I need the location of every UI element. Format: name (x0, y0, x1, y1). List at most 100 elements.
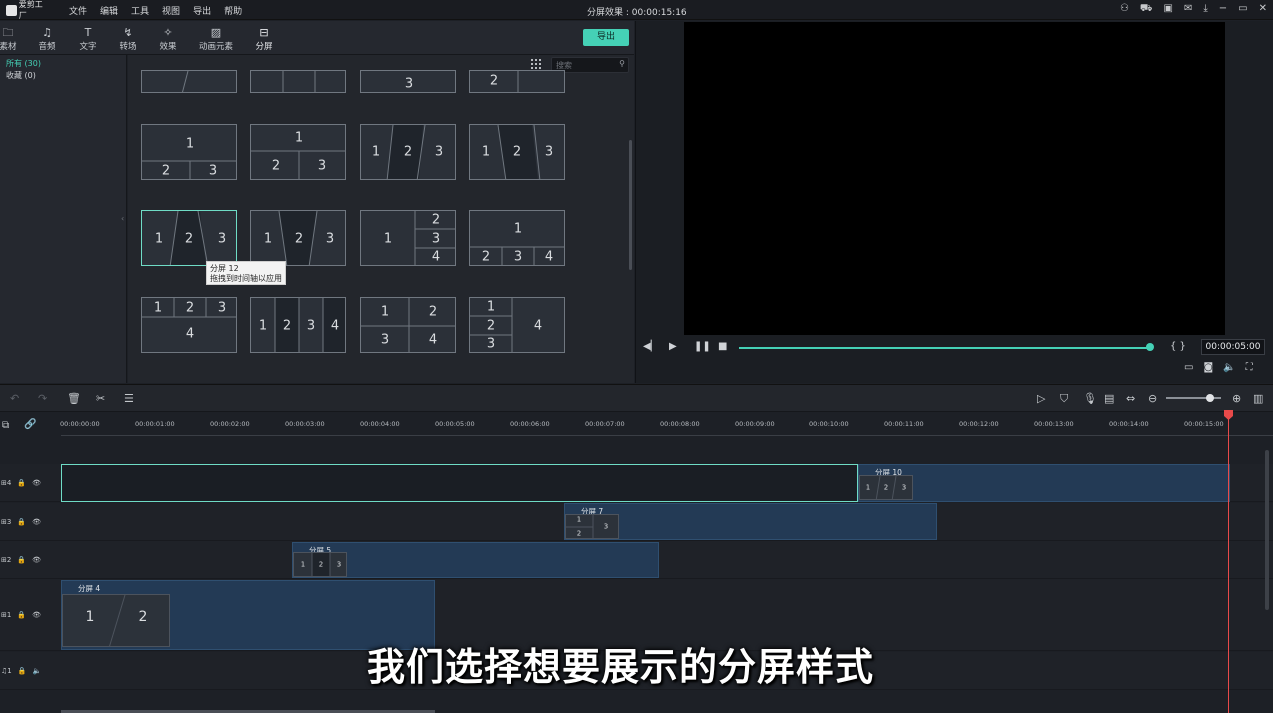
save-icon[interactable]: ▣ (1164, 3, 1173, 16)
menu-edit[interactable]: 编辑 (100, 4, 118, 17)
lock-icon[interactable]: 🔒 (17, 518, 26, 526)
selected-clip[interactable] (61, 464, 858, 502)
split-tile[interactable]: 1 2 3 4 (141, 297, 237, 353)
zoom-out-icon[interactable]: ⊖ (1148, 392, 1157, 405)
split-tile[interactable]: 1 2 3 (141, 124, 237, 180)
tab-effects[interactable]: ✧ 效果 (152, 27, 184, 53)
split-tile[interactable]: 1 2 3 (250, 124, 346, 180)
split-tile-partial[interactable] (250, 70, 346, 93)
tile-number: 3 (325, 231, 335, 247)
split-tile-partial[interactable]: 2 (469, 70, 565, 93)
stop-icon[interactable]: ■ (718, 341, 727, 352)
speaker-icon[interactable]: 🔈 (32, 667, 41, 675)
preview-screen (684, 22, 1225, 335)
split-tile[interactable]: 1 2 3 4 (360, 297, 456, 353)
preview-timecode: 00:00:05:00 (1201, 339, 1265, 355)
split-tile-partial[interactable] (141, 70, 237, 93)
maximize-icon[interactable]: ▭ (1238, 3, 1247, 16)
search-input[interactable] (556, 59, 618, 71)
mark-in-out-icon[interactable]: { } (1170, 341, 1186, 352)
minimize-icon[interactable]: − (1219, 3, 1227, 16)
link-icon[interactable]: 🔗 (24, 419, 36, 430)
timeline-vertical-scrollbar[interactable] (1265, 450, 1269, 610)
preview-tools: ▭ ◙ 🔈 ⛶ (1184, 362, 1253, 373)
tab-transition[interactable]: ↯ 转场 (112, 27, 144, 53)
timeline-clip[interactable]: 分屏 10 1 2 3 (858, 464, 1230, 502)
delete-icon[interactable]: 🗑 (67, 392, 81, 405)
zoom-slider-knob[interactable] (1206, 394, 1214, 402)
window-title: 分屏效果 : 00:00:15:16 (587, 8, 687, 18)
menu-export[interactable]: 导出 (193, 4, 211, 17)
menu-help[interactable]: 帮助 (224, 4, 242, 17)
add-track-icon[interactable]: ⧉ (2, 420, 9, 431)
timeline-ruler[interactable]: ⧉ 🔗 00:00:00:00 00:00:01:00 00:00:02:00 … (0, 413, 1273, 437)
category-favorites[interactable]: 收藏 (0) (6, 70, 36, 81)
undo-icon[interactable]: ↶ (10, 392, 19, 405)
grid-view-icon[interactable] (531, 59, 541, 69)
cut-icon[interactable]: ✂ (96, 392, 105, 405)
split-tile[interactable]: 1 2 3 4 (469, 210, 565, 266)
tab-split-screen[interactable]: ⊟ 分屏 (248, 27, 280, 59)
category-all[interactable]: 所有 (30) (6, 58, 41, 69)
visibility-icon[interactable]: 👁 (32, 518, 41, 526)
tab-text[interactable]: T 文字 (72, 27, 104, 53)
render-preview-icon[interactable]: ▷ (1037, 392, 1045, 405)
marker-icon[interactable]: ⛉ (1060, 392, 1068, 406)
close-icon[interactable]: ✕ (1259, 3, 1267, 16)
menu-tools[interactable]: 工具 (131, 4, 149, 17)
playhead[interactable] (1228, 412, 1229, 713)
tile-number: 4 (544, 249, 554, 265)
visibility-icon[interactable]: 👁 (32, 611, 41, 619)
tab-media[interactable]: 🗀 素材 (0, 27, 24, 53)
visibility-icon[interactable]: 👁 (32, 556, 41, 564)
lock-icon[interactable]: 🔒 (18, 667, 27, 675)
play-icon[interactable]: ▶ (669, 341, 677, 352)
volume-icon[interactable]: 🔈 (1223, 362, 1235, 373)
menu-file[interactable]: 文件 (69, 4, 87, 17)
split-tile[interactable]: 1 2 3 (250, 210, 346, 266)
split-tile[interactable]: 1 2 3 (469, 124, 565, 180)
timeline-clip[interactable]: 分屏 5 1 2 3 (292, 542, 659, 578)
display-settings-icon[interactable]: ▭ (1184, 362, 1193, 373)
previous-frame-icon[interactable]: ◀▏ (643, 341, 658, 352)
preview-progress-knob[interactable] (1146, 343, 1154, 351)
cart-icon[interactable]: ⛟ (1140, 3, 1153, 16)
lock-icon[interactable]: 🔒 (17, 611, 26, 619)
split-audio-icon[interactable]: ⇔ (1126, 392, 1135, 405)
category-panel: 所有 (30) 收藏 (0) (0, 55, 127, 383)
track-number: 1 (7, 666, 12, 675)
user-icon[interactable]: ⚇ (1120, 3, 1129, 16)
lock-icon[interactable]: 🔒 (17, 556, 26, 564)
search-icon[interactable]: ⚲ (619, 59, 625, 68)
adjust-icon[interactable]: ☰ (124, 392, 134, 405)
microphone-icon[interactable]: 🎙 (1083, 392, 1097, 405)
redo-icon[interactable]: ↷ (38, 392, 47, 405)
image-icon: ▨ (210, 26, 222, 39)
lock-icon[interactable]: 🔒 (17, 479, 26, 487)
split-tile-partial[interactable]: 3 (360, 70, 456, 93)
pause-icon[interactable]: ❚❚ (694, 341, 711, 352)
split-tile[interactable]: 1 2 3 (360, 124, 456, 180)
fullscreen-icon[interactable]: ⛶ (1246, 362, 1253, 373)
download-icon[interactable]: ⤓ (1203, 3, 1207, 16)
layout-icon[interactable]: ▥ (1253, 392, 1263, 405)
collapse-panel-icon[interactable]: ‹ (121, 214, 124, 223)
tab-animation-elements[interactable]: ▨ 动画元素 (196, 26, 236, 53)
export-button[interactable]: 导出 (583, 29, 629, 46)
ruler-tick: 00:00:00:00 (60, 420, 100, 428)
split-tile-selected[interactable]: 1 2 3 (141, 210, 237, 266)
library-scrollbar[interactable] (629, 140, 632, 270)
snapshot-icon[interactable]: ◙ (1203, 362, 1213, 373)
menu-view[interactable]: 视图 (162, 4, 180, 17)
visibility-icon[interactable]: 👁 (32, 479, 41, 487)
split-tile[interactable]: 1 2 3 4 (360, 210, 456, 266)
thumb-number: 3 (603, 522, 609, 531)
tab-audio[interactable]: ♫ 音频 (31, 27, 63, 53)
voiceover-icon[interactable]: ▤ (1104, 392, 1114, 405)
preview-progress-bar[interactable] (739, 347, 1150, 349)
timeline-clip[interactable]: 分屏 7 1 3 2 (564, 503, 937, 540)
split-tile[interactable]: 1 2 3 4 (250, 297, 346, 353)
split-tile[interactable]: 1 2 3 4 (469, 297, 565, 353)
mail-icon[interactable]: ✉ (1184, 3, 1192, 16)
zoom-in-icon[interactable]: ⊕ (1232, 392, 1241, 405)
